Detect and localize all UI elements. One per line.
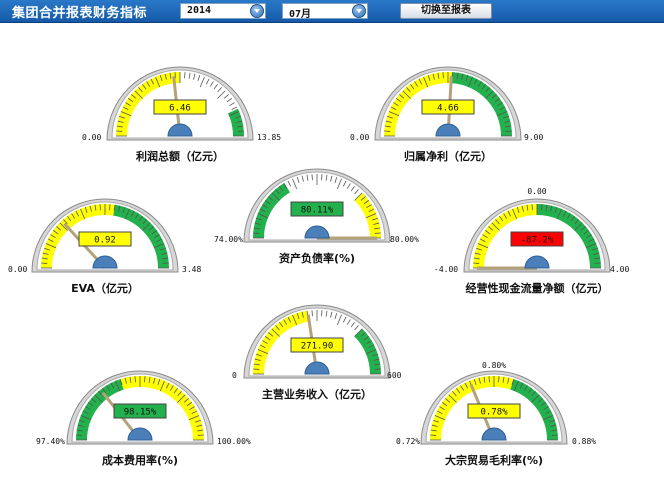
- gauge-caption: 归属净利（亿元）: [404, 149, 492, 163]
- gauge-min-label: -4.00: [434, 265, 458, 274]
- gauge-caption: 大宗贸易毛利率(%): [445, 453, 543, 467]
- gauge-min-label: 0.72%: [396, 437, 420, 446]
- gauge-min-label: 0.00: [350, 133, 369, 142]
- gauge-caption: 主营业务收入（亿元）: [262, 387, 372, 401]
- gauge-value: 0.78%: [480, 408, 508, 418]
- gauge-value: 4.66: [437, 104, 459, 114]
- gauges-panel: 6.46 0.00 13.85 利润总额（亿元） 4.66 0.00 9.00 归属净利（亿元…: [8, 66, 629, 467]
- gauge-value: 80.11%: [301, 206, 334, 216]
- gauge-caption: 资产负债率(%): [279, 251, 355, 265]
- gauge-value: 6.46: [169, 104, 191, 114]
- gauge-max-label: 80.00%: [390, 235, 419, 244]
- gauge-max-label: 3.48: [182, 265, 201, 274]
- gauge-max-label: 600: [387, 371, 402, 380]
- gauge-min-label: 97.40%: [36, 437, 65, 446]
- gauge-min-label: 0.00: [8, 265, 27, 274]
- gauge-2: 80.11% 74.00% 80.00% 资产负债率(%): [214, 168, 419, 265]
- gauge-mid-label: 0.80%: [482, 361, 506, 370]
- gauge-max-label: 0.88%: [572, 437, 596, 446]
- gauge-value: 271.90: [301, 342, 334, 352]
- gauge-5: 271.90 0 600 主营业务收入（亿元）: [232, 304, 402, 401]
- gauge-max-label: 4.00: [610, 265, 629, 274]
- gauge-4: -87.2% -4.00 4.00 0.00 经营性现金流量净额（亿元）: [434, 187, 629, 295]
- gauge-caption: 利润总额（亿元）: [136, 149, 224, 163]
- gauge-max-label: 9.00: [524, 133, 543, 142]
- gauge-min-label: 0.00: [82, 133, 101, 142]
- gauge-1: 4.66 0.00 9.00 归属净利（亿元）: [350, 66, 543, 163]
- gauge-min-label: 74.00%: [214, 235, 243, 244]
- gauge-max-label: 100.00%: [217, 437, 251, 446]
- gauge-caption: EVA（亿元）: [71, 281, 139, 295]
- gauge-value: -87.2%: [521, 236, 554, 246]
- gauge-7: 0.78% 0.72% 0.88% 0.80% 大宗贸易毛利率(%): [396, 361, 596, 467]
- gauge-0: 6.46 0.00 13.85 利润总额（亿元）: [82, 66, 281, 163]
- gauge-caption: 经营性现金流量净额（亿元）: [466, 281, 609, 295]
- gauge-mid-label: 0.00: [527, 187, 546, 196]
- gauge-min-label: 0: [232, 371, 237, 380]
- gauge-3: 0.92 0.00 3.48 EVA（亿元）: [8, 198, 201, 295]
- gauge-6: 98.15% 97.40% 100.00% 成本费用率(%): [36, 370, 251, 467]
- gauge-max-label: 13.85: [257, 133, 281, 142]
- gauge-value: 98.15%: [124, 408, 157, 418]
- gauge-caption: 成本费用率(%): [102, 453, 178, 467]
- gauge-value: 0.92: [94, 236, 116, 246]
